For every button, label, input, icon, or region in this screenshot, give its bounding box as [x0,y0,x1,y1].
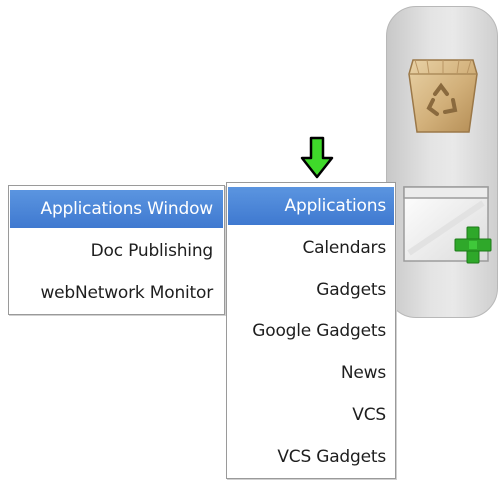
menu-item-webnetwork-monitor[interactable]: webNetwork Monitor [10,274,223,312]
menu-item-gadgets[interactable]: Gadgets [228,271,394,309]
menu-item-vcs-gadgets[interactable]: VCS Gadgets [228,438,394,476]
menu-item-google-gadgets[interactable]: Google Gadgets [228,312,394,350]
recycle-bag-icon[interactable] [403,54,483,136]
add-window-icon[interactable] [401,183,501,273]
left-menu: Applications Window Doc Publishing webNe… [8,185,225,315]
menu-item-news[interactable]: News [228,354,394,392]
menu-item-applications-window[interactable]: Applications Window [10,190,223,228]
main-menu: Applications Calendars Gadgets Google Ga… [226,182,396,479]
menu-item-calendars[interactable]: Calendars [228,229,394,267]
down-arrow-icon [300,136,334,179]
menu-item-applications[interactable]: Applications [228,187,394,225]
menu-item-vcs[interactable]: VCS [228,396,394,434]
menu-item-doc-publishing[interactable]: Doc Publishing [10,232,223,270]
